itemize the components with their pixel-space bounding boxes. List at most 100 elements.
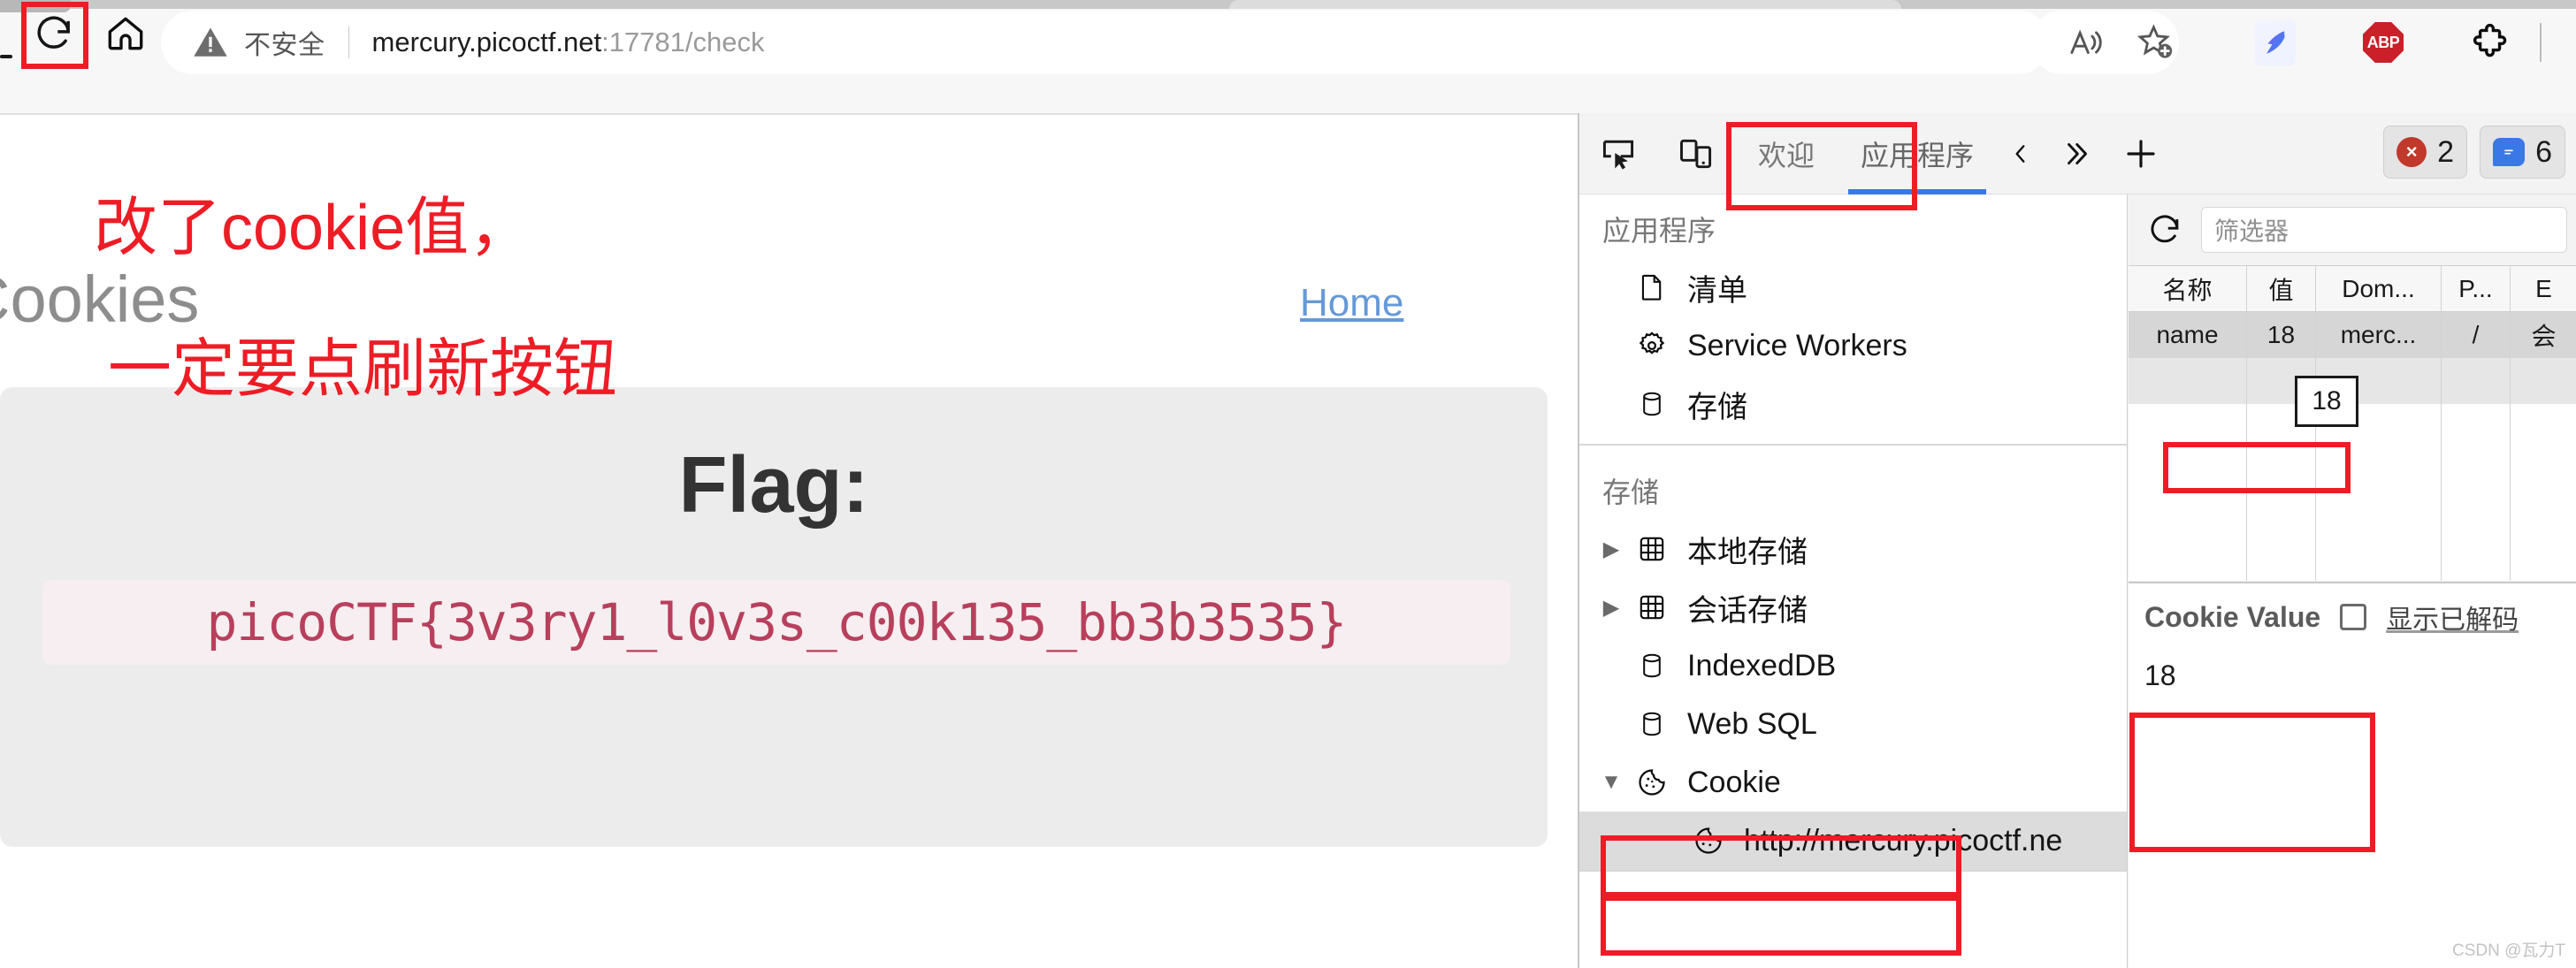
cell-empty <box>2442 404 2511 581</box>
sidebar-item-cookie[interactable]: ▼ Cookie <box>1579 753 2127 812</box>
address-divider <box>348 27 349 58</box>
inspect-element-button[interactable] <box>1579 115 1657 193</box>
session-storage-expand-arrow[interactable]: ▶ <box>1594 595 1629 621</box>
chevron-double-right-icon <box>2068 142 2088 164</box>
inspect-element-icon <box>1602 140 1634 170</box>
add-tab-button[interactable] <box>2108 113 2174 194</box>
sidebar-item-label: Web SQL <box>1687 706 1817 741</box>
collapse-toolbar-button[interactable] <box>2556 11 2576 74</box>
cookie-filter-input[interactable]: 筛选器 <box>2201 207 2567 253</box>
cell-empty <box>2442 358 2511 404</box>
sidebar-divider <box>1579 444 2127 446</box>
flag-jumbotron: Flag: picoCTF{3v3ry1_l0v3s_c00k135_bb3b3… <box>0 387 1548 847</box>
column-header-name[interactable]: 名称 <box>2129 266 2247 311</box>
bird-extension-icon <box>2255 19 2296 65</box>
sidebar-item-manifest[interactable]: 清单 <box>1579 258 2127 316</box>
local-storage-expand-arrow[interactable]: ▶ <box>1594 537 1629 562</box>
cell-cookie-name[interactable]: name <box>2129 312 2247 358</box>
tab-scroll-left-button[interactable] <box>1997 113 2045 194</box>
cell-empty <box>2316 404 2442 581</box>
cell-cookie-value[interactable]: 18 <box>2247 312 2316 358</box>
extensions-puzzle-icon <box>2473 23 2507 57</box>
csdn-watermark: CSDN @瓦力T <box>2451 941 2565 960</box>
sidebar-item-service-workers[interactable]: Service Workers <box>1579 316 2127 375</box>
address-text: mercury.picoctf.net:17781/check <box>372 27 765 58</box>
read-aloud-icon <box>2070 29 2102 54</box>
tab-welcome[interactable]: 欢迎 <box>1735 113 1838 194</box>
toolbar-divider <box>2540 23 2542 62</box>
column-header-expires[interactable]: E <box>2511 266 2576 311</box>
more-tabs-button[interactable] <box>2045 113 2108 194</box>
sidebar-item-cookie-origin[interactable]: http://mercury.picoctf.ne <box>1579 812 2127 870</box>
home-nav-link[interactable]: Home <box>1300 281 1403 325</box>
cookie-table: 名称 值 Dom... P... E name 18 merc... / 会 1… <box>2129 265 2576 581</box>
address-bar[interactable]: 不安全 mercury.picoctf.net:17781/check <box>161 11 2050 74</box>
column-header-path[interactable]: P... <box>2442 266 2511 311</box>
refresh-icon <box>2151 215 2179 243</box>
flag-heading: Flag: <box>678 441 869 530</box>
add-favorite-icon <box>2136 24 2173 58</box>
tab-application[interactable]: 应用程序 <box>1838 113 1997 194</box>
devtools-tabbar: 欢迎 应用程序 × 2 6 <box>1579 113 2576 194</box>
cell-cookie-path[interactable]: / <box>2442 312 2511 358</box>
message-icon <box>2493 138 2526 166</box>
column-header-domain[interactable]: Dom... <box>2316 266 2442 311</box>
cookie-icon <box>1629 766 1675 798</box>
message-lines-icon <box>2504 149 2513 155</box>
devtools-status-badges: × 2 6 <box>2383 126 2565 179</box>
sidebar-item-storage-overview[interactable]: 存储 <box>1579 375 2127 433</box>
cookie-detail-header: Cookie Value 显示已解码 <box>2129 583 2576 636</box>
sidebar-item-label: 会话存储 <box>1687 593 1808 628</box>
cell-cookie-domain[interactable]: merc... <box>2316 312 2442 358</box>
cell-cookie-expires[interactable]: 会 <box>2511 312 2576 358</box>
database-icon <box>1629 649 1675 682</box>
not-secure-warning-icon <box>194 27 227 57</box>
devtools-sidebar-tree: 应用程序 清单 Service Workers 存储 存储 ▶ 本地存储 ▶ 会… <box>1579 194 2128 968</box>
device-toolbar-button[interactable] <box>1657 115 1735 193</box>
table-empty-area[interactable] <box>2129 404 2576 581</box>
security-label: 不安全 <box>244 31 325 60</box>
cell-empty <box>2129 358 2247 404</box>
message-count-badge[interactable]: 6 <box>2480 126 2565 179</box>
column-header-value[interactable]: 值 <box>2247 266 2316 311</box>
sidebar-item-session-storage[interactable]: ▶ 会话存储 <box>1579 578 2127 636</box>
device-toolbar-icon <box>1680 139 1712 168</box>
error-count-label: 2 <box>2437 134 2455 169</box>
sidebar-item-label: 存储 <box>1687 390 1747 424</box>
cookie-expand-arrow[interactable]: ▼ <box>1594 770 1629 795</box>
cookie-icon <box>1685 825 1731 857</box>
bird-extension-button[interactable] <box>2241 11 2310 74</box>
toolbar-right-icons: ABP <box>2052 11 2576 74</box>
adblock-plus-button[interactable]: ABP <box>2349 11 2418 74</box>
browser-chrome: 不安全 mercury.picoctf.net:17781/check ABP <box>0 0 2576 113</box>
cell-empty <box>2511 358 2576 404</box>
cookie-table-header: 名称 值 Dom... P... E <box>2129 266 2576 312</box>
database-icon <box>1629 387 1675 421</box>
sidebar-item-indexeddb[interactable]: IndexedDB <box>1579 636 2127 695</box>
read-aloud-button[interactable] <box>2052 11 2121 74</box>
add-favorite-button[interactable] <box>2121 11 2190 74</box>
abp-icon: ABP <box>2363 22 2404 63</box>
chevron-left-icon <box>2015 144 2025 163</box>
tab-active-partial[interactable] <box>1229 0 1901 9</box>
refresh-cookies-button[interactable] <box>2139 203 2192 256</box>
plus-icon <box>2127 139 2155 168</box>
sidebar-item-web-sql[interactable]: Web SQL <box>1579 695 2127 753</box>
back-button[interactable] <box>0 55 12 58</box>
home-icon <box>108 17 143 50</box>
cookie-value-title: Cookie Value <box>2144 600 2321 633</box>
cookie-table-panel: 筛选器 名称 值 Dom... P... E name 18 merc... /… <box>2129 194 2576 968</box>
document-icon <box>1629 271 1675 304</box>
sidebar-item-local-storage[interactable]: ▶ 本地存储 <box>1579 520 2127 578</box>
sidebar-item-label: IndexedDB <box>1687 648 1837 682</box>
reload-icon <box>37 16 70 49</box>
error-icon: × <box>2396 137 2427 167</box>
reload-button[interactable] <box>25 4 85 64</box>
show-decoded-checkbox[interactable] <box>2340 604 2367 630</box>
table-row[interactable]: name 18 merc... / 会 <box>2129 312 2576 358</box>
show-decoded-label[interactable]: 显示已解码 <box>2386 598 2519 636</box>
home-button[interactable] <box>96 4 156 64</box>
error-count-badge[interactable]: × 2 <box>2383 126 2468 179</box>
cookie-toolbar: 筛选器 <box>2129 194 2576 265</box>
extensions-button[interactable] <box>2457 11 2526 74</box>
